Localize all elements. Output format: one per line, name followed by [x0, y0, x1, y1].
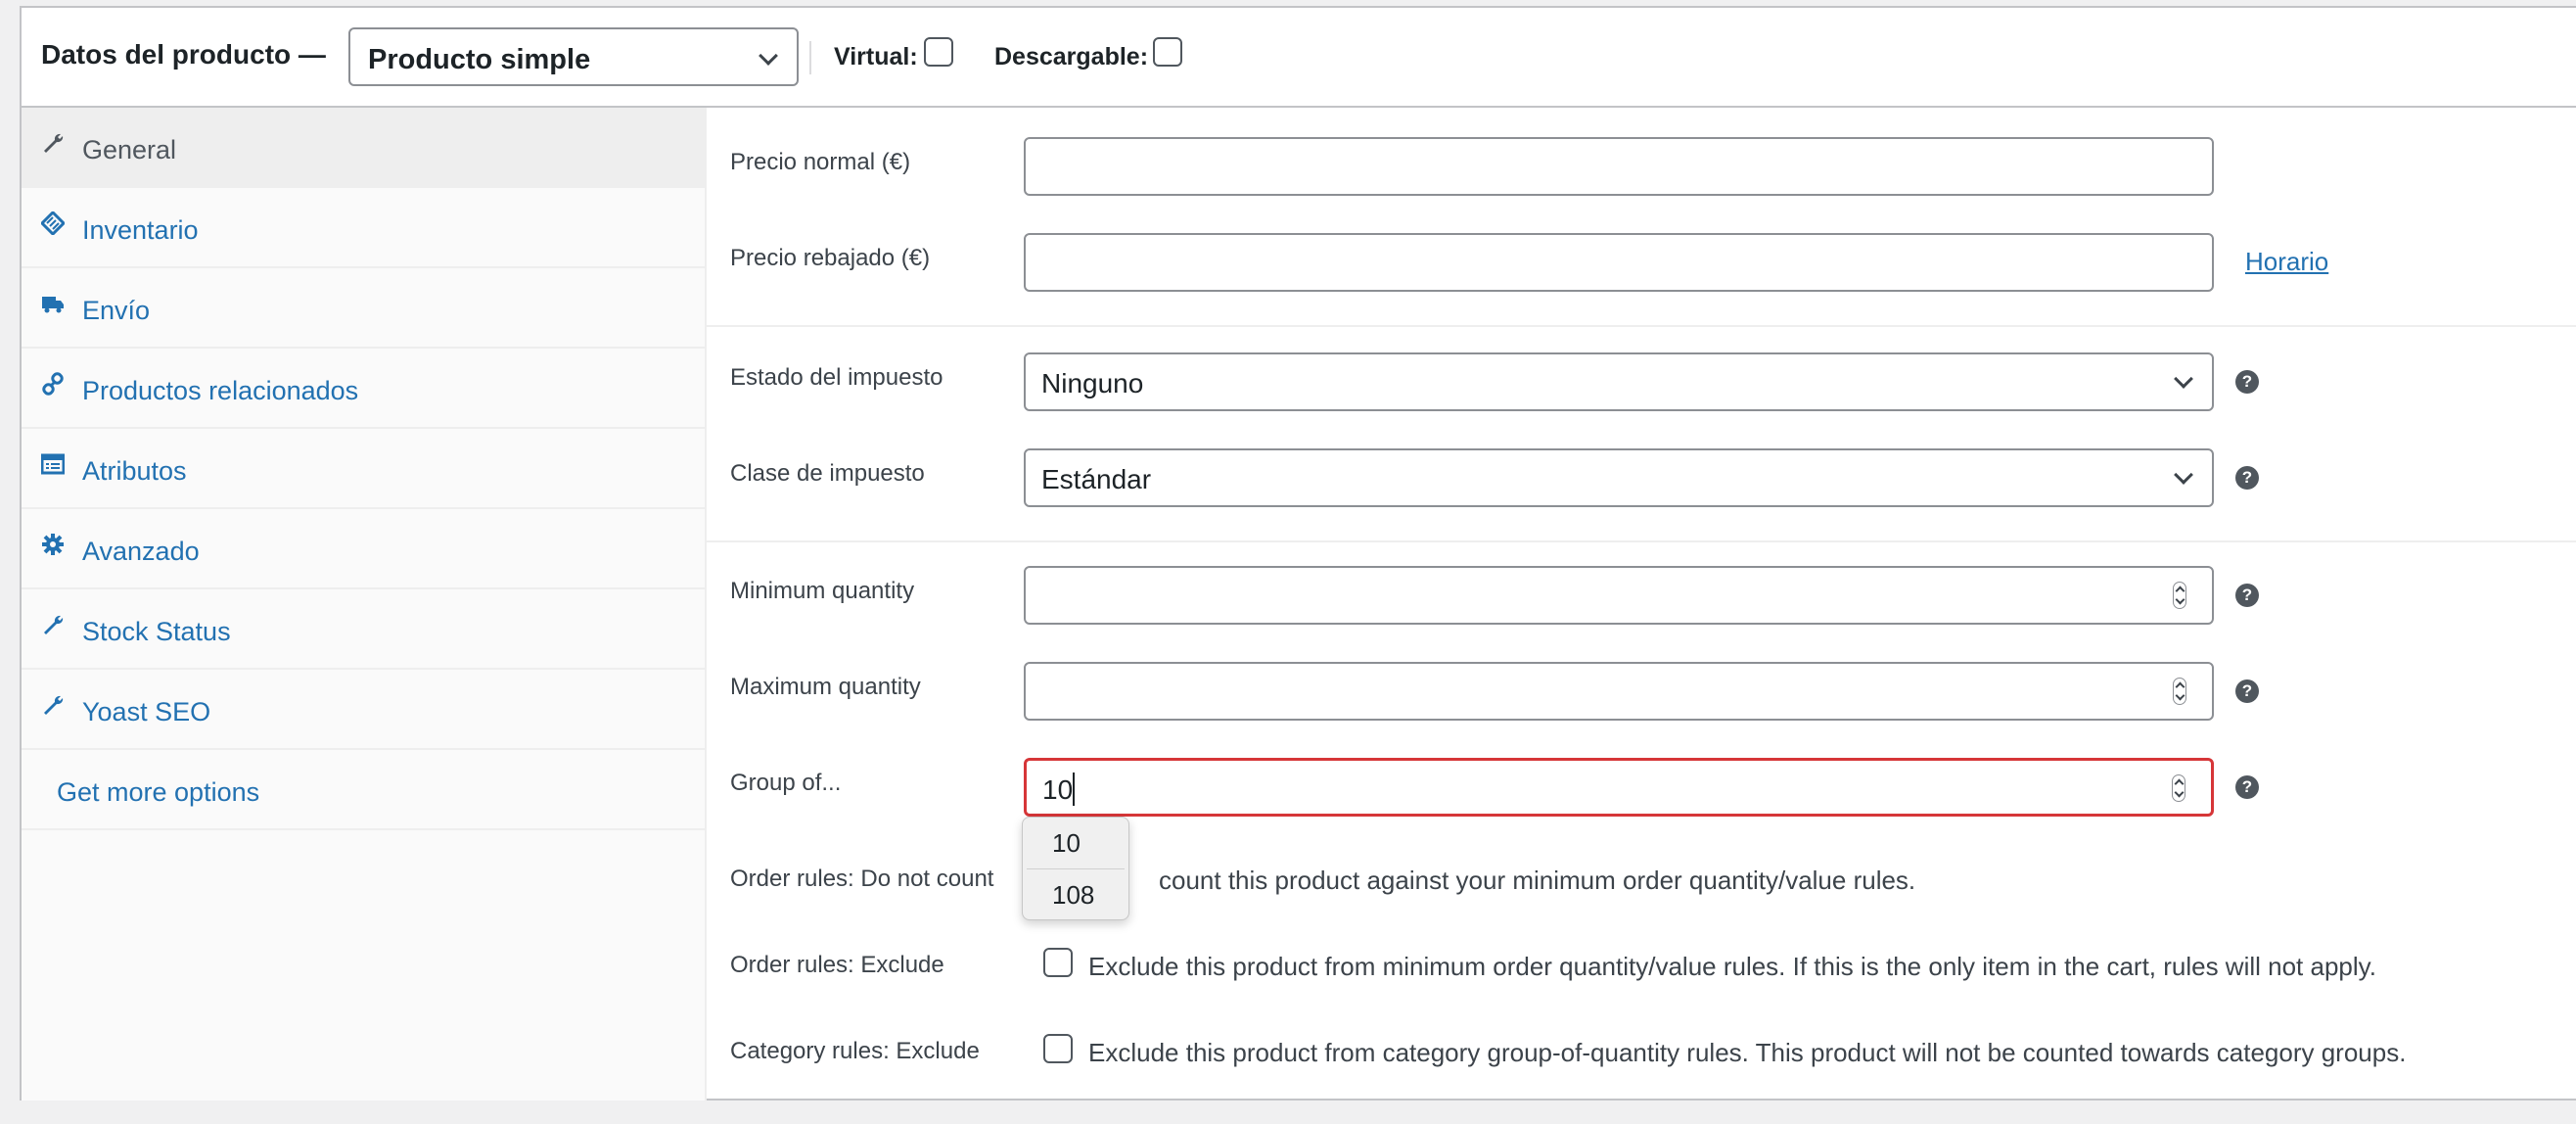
list-icon	[41, 453, 65, 475]
number-spinner-icon[interactable]	[2172, 774, 2185, 802]
tax-status-label: Estado del impuesto	[730, 364, 943, 391]
tab-stock-status[interactable]: Stock Status	[22, 589, 705, 670]
product-data-panel: Datos del producto — Producto simple Vir…	[20, 6, 2576, 1101]
group-of-value: 10	[1042, 774, 1074, 805]
tab-yoast-seo[interactable]: Yoast SEO	[22, 670, 705, 750]
help-icon[interactable]: ?	[2235, 466, 2259, 490]
section-divider	[707, 540, 2576, 542]
header-separator	[809, 41, 811, 74]
tab-label: Productos relacionados	[82, 376, 359, 405]
order-rules-exclude-text: Exclude this product from minimum order …	[1088, 952, 2376, 981]
group-of-input[interactable]: 10	[1024, 758, 2214, 817]
autocomplete-option[interactable]: 10	[1023, 818, 1128, 868]
max-quantity-label: Maximum quantity	[730, 674, 921, 700]
category-rules-exclude-label: Category rules: Exclude	[730, 1038, 980, 1064]
tab-label: Get more options	[57, 777, 260, 807]
number-spinner-icon[interactable]	[2173, 678, 2186, 705]
tab-label: Stock Status	[82, 617, 231, 646]
product-data-tabs: General Inventario Envío Productos relac…	[22, 108, 707, 1101]
truck-icon	[42, 297, 64, 313]
general-panel: Precio normal (€) Precio rebajado (€) Ho…	[707, 108, 2576, 1099]
min-quantity-label: Minimum quantity	[730, 578, 915, 604]
tax-status-value: Ninguno	[1041, 368, 1144, 398]
help-icon[interactable]: ?	[2235, 584, 2259, 607]
wrench-icon	[44, 133, 64, 153]
autocomplete-dropdown: 10 108	[1022, 817, 1129, 920]
tab-inventory[interactable]: Inventario	[22, 188, 705, 268]
tab-label: Avanzado	[82, 537, 200, 566]
tag-icon	[41, 211, 65, 235]
tab-shipping[interactable]: Envío	[22, 268, 705, 349]
chevron-down-icon	[759, 46, 778, 66]
tab-label: Envío	[82, 296, 151, 325]
help-icon[interactable]: ?	[2235, 370, 2259, 394]
help-icon[interactable]: ?	[2235, 775, 2259, 799]
tab-general[interactable]: General	[22, 108, 705, 188]
tax-class-label: Clase de impuesto	[730, 460, 925, 487]
sale-price-input[interactable]	[1024, 233, 2214, 292]
gear-icon	[42, 534, 64, 555]
downloadable-label: Descargable:	[994, 43, 1149, 70]
order-rules-do-not-count-label: Order rules: Do not count	[730, 866, 994, 892]
regular-price-label: Precio normal (€)	[730, 149, 911, 175]
tab-label: General	[82, 135, 177, 164]
tax-status-select[interactable]: Ninguno	[1024, 352, 2214, 411]
schedule-link[interactable]: Horario	[2245, 247, 2328, 277]
order-rules-exclude-checkbox[interactable]	[1043, 948, 1073, 977]
chevron-down-icon	[2174, 465, 2193, 485]
number-spinner-icon[interactable]	[2173, 582, 2186, 609]
product-type-select[interactable]: Producto simple	[348, 27, 799, 86]
text-caret	[1073, 773, 1075, 806]
tax-class-select[interactable]: Estándar	[1024, 448, 2214, 507]
wrench-icon	[44, 615, 64, 634]
get-more-options-link[interactable]: Get more options	[22, 750, 705, 830]
tab-label: Yoast SEO	[82, 697, 211, 726]
autocomplete-option[interactable]: 108	[1023, 869, 1128, 919]
help-icon[interactable]: ?	[2235, 679, 2259, 703]
tab-label: Inventario	[82, 215, 199, 245]
sale-price-label: Precio rebajado (€)	[730, 245, 931, 271]
downloadable-checkbox[interactable]	[1153, 37, 1182, 67]
tab-advanced[interactable]: Avanzado	[22, 509, 705, 589]
max-quantity-input[interactable]	[1024, 662, 2214, 721]
tab-label: Atributos	[82, 456, 187, 486]
product-type-value: Producto simple	[368, 44, 591, 75]
product-data-header: Datos del producto — Producto simple Vir…	[22, 8, 2576, 108]
link-icon	[42, 372, 64, 396]
tax-class-value: Estándar	[1041, 464, 1152, 494]
virtual-label: Virtual:	[834, 43, 918, 70]
category-rules-exclude-text: Exclude this product from category group…	[1088, 1038, 2407, 1067]
order-rules-do-not-count-text: count this product against your minimum …	[1159, 866, 1916, 895]
category-rules-exclude-checkbox[interactable]	[1043, 1034, 1073, 1063]
section-divider	[707, 325, 2576, 327]
tab-attributes[interactable]: Atributos	[22, 429, 705, 509]
wrench-icon	[44, 695, 64, 715]
chevron-down-icon	[2174, 369, 2193, 389]
virtual-checkbox[interactable]	[924, 37, 953, 67]
min-quantity-input[interactable]	[1024, 566, 2214, 625]
product-data-title: Datos del producto —	[41, 39, 326, 70]
order-rules-exclude-label: Order rules: Exclude	[730, 952, 944, 978]
regular-price-input[interactable]	[1024, 137, 2214, 196]
group-of-label: Group of...	[730, 770, 842, 796]
tab-linked-products[interactable]: Productos relacionados	[22, 349, 705, 429]
